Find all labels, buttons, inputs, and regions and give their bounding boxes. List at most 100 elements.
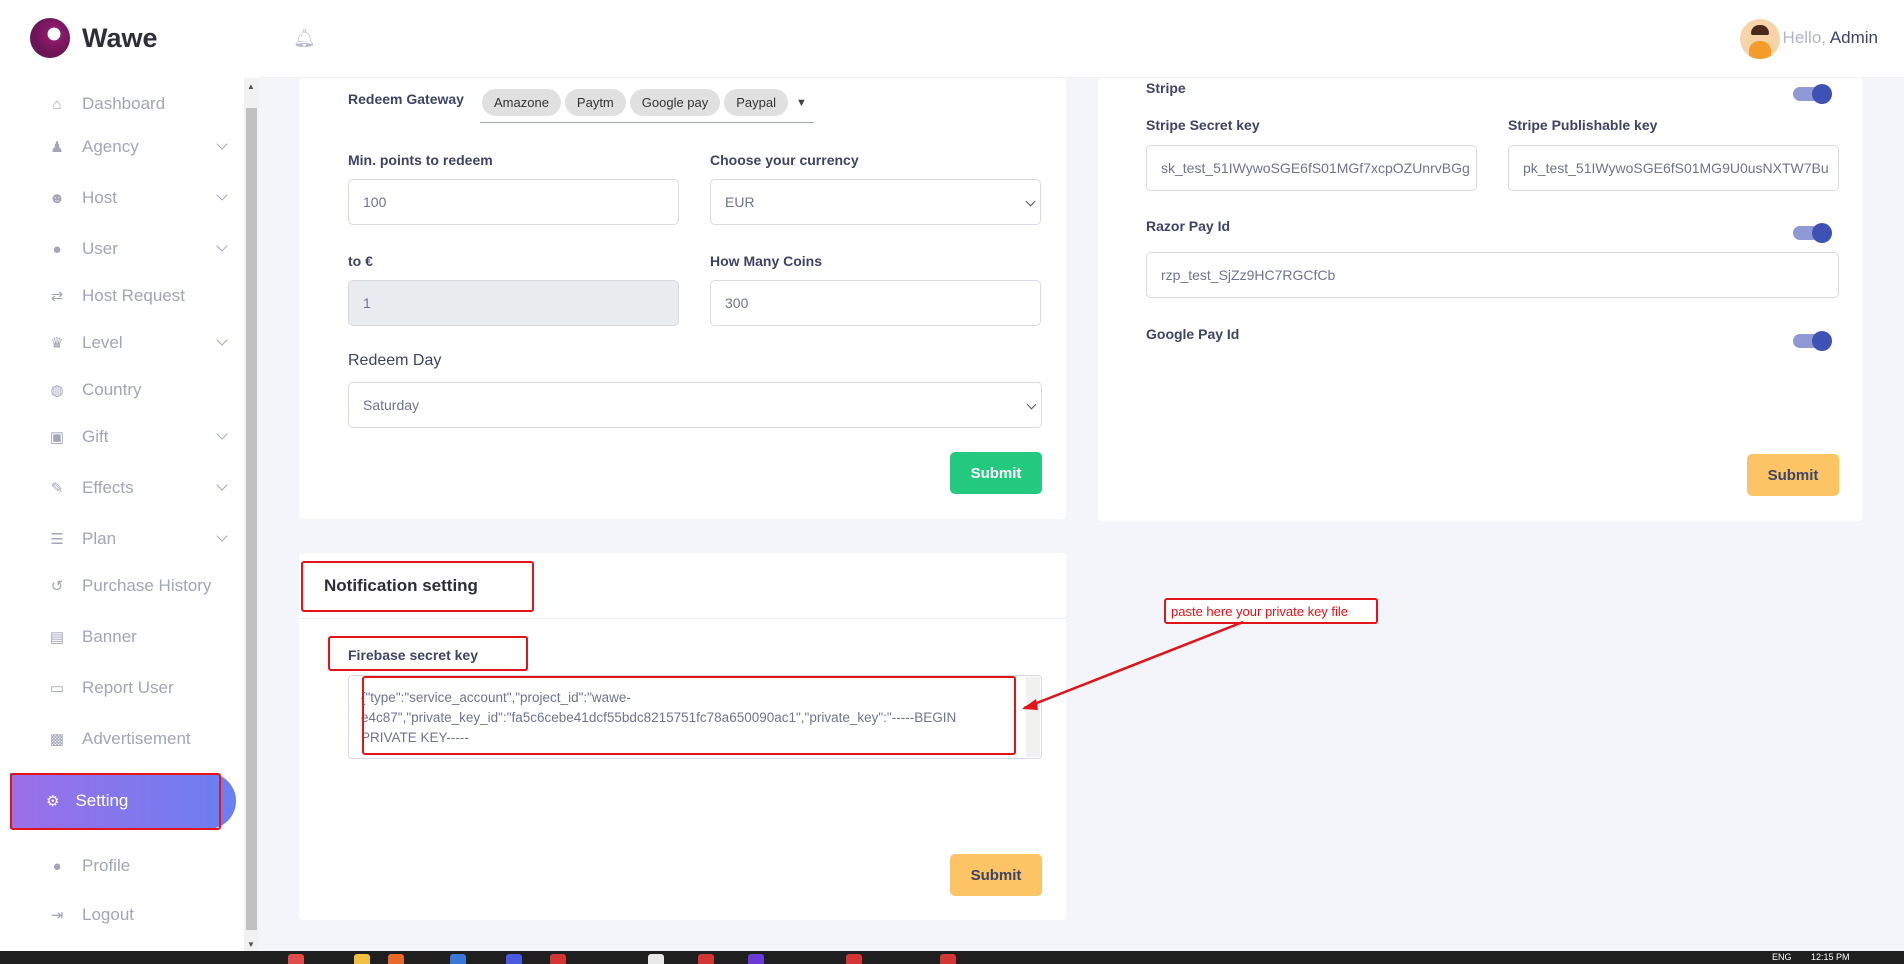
stripe-secret-label: Stripe Secret key xyxy=(1146,117,1260,133)
sidebar-item-gift[interactable]: ▣ Gift xyxy=(46,427,228,447)
ad-icon: ▩ xyxy=(49,731,65,748)
sidebar-item-country[interactable]: ◍ Country xyxy=(46,380,226,400)
user-icon: ● xyxy=(52,240,62,258)
to-value-input[interactable]: 1 xyxy=(348,280,679,326)
chevron-down-icon xyxy=(216,240,228,252)
clock[interactable]: 12:15 PM xyxy=(1811,952,1850,962)
app-icon[interactable] xyxy=(748,954,764,964)
scrollbar-thumb[interactable] xyxy=(246,108,257,930)
stripe-publishable-input[interactable]: pk_test_51IWywoSGE6fS01MG9U0usNXTW7Bu xyxy=(1508,145,1839,191)
sidebar-item-label: Dashboard xyxy=(82,94,166,113)
sidebar-item-advertisement[interactable]: ▩ Advertisement xyxy=(46,729,226,749)
chevron-down-icon xyxy=(216,428,228,440)
currency-select[interactable]: EUR xyxy=(710,179,1041,225)
sidebar-scrollbar[interactable]: ▲ ▼ xyxy=(244,78,259,951)
taskbar: ENG 12:15 PM xyxy=(0,951,1904,964)
gateway-chip[interactable]: Paypal xyxy=(724,89,789,116)
min-points-label: Min. points to redeem xyxy=(348,152,493,168)
folder-icon[interactable] xyxy=(354,954,370,964)
razor-label: Razor Pay Id xyxy=(1146,218,1231,234)
redeem-submit-button[interactable]: Submit xyxy=(950,452,1042,494)
gift-icon: ▣ xyxy=(49,429,65,446)
history-icon: ↺ xyxy=(50,578,64,595)
bell-icon[interactable]: 🔔︎ xyxy=(293,28,316,49)
highlight-box xyxy=(362,676,1016,755)
sidebar-item-label: Host Request xyxy=(82,286,185,305)
gateway-multiselect[interactable]: Amazone Paytm Google pay Paypal ▼ xyxy=(480,83,814,123)
chevron-down-icon xyxy=(216,530,228,542)
gateway-chip[interactable]: Google pay xyxy=(629,89,721,116)
highlight-box xyxy=(10,773,221,830)
sidebar-item-purchase-history[interactable]: ↺ Purchase History xyxy=(46,576,226,596)
list-icon: ☰ xyxy=(50,531,64,548)
redeem-day-value: Saturday xyxy=(363,397,420,413)
sidebar-item-agency[interactable]: ♟ Agency xyxy=(46,137,228,157)
chevron-down-icon xyxy=(1025,196,1036,207)
sidebar-item-label: Logout xyxy=(82,905,134,924)
host-icon: ☻ xyxy=(49,189,65,207)
chevron-down-icon xyxy=(216,334,228,346)
sidebar-item-label: Report User xyxy=(82,678,174,697)
app-icon[interactable] xyxy=(846,954,862,964)
sidebar-item-profile[interactable]: ● Profile xyxy=(46,856,226,876)
sidebar: Wawe ⌂ Dashboard ♟ Agency ☻ Host ● User ⇄ Hos… xyxy=(0,0,259,951)
stripe-secret-input[interactable]: sk_test_51IWywoSGE6fS01MGf7xcpOZUnrvBGg xyxy=(1146,145,1477,191)
scroll-down-icon[interactable]: ▼ xyxy=(247,940,255,949)
stripe-toggle[interactable] xyxy=(1793,84,1832,104)
annotation-arrow xyxy=(1022,620,1244,710)
currency-label: Choose your currency xyxy=(710,152,859,168)
user-name: Admin xyxy=(1829,28,1878,47)
sidebar-item-report-user[interactable]: ▭ Report User xyxy=(46,678,226,698)
id-card-icon: ▭ xyxy=(49,680,65,697)
top-header: 🔔︎ Hello, Admin xyxy=(259,0,1904,78)
razor-input[interactable]: rzp_test_SjZz9HC7RGCfCb xyxy=(1146,252,1839,298)
sidebar-item-plan[interactable]: ☰ Plan xyxy=(46,529,228,549)
app-name: Wawe xyxy=(82,22,158,53)
avatar[interactable] xyxy=(1740,19,1780,59)
sidebar-item-host-request[interactable]: ⇄ Host Request xyxy=(46,286,226,306)
chevron-down-icon xyxy=(1026,399,1037,410)
payment-submit-button[interactable]: Submit xyxy=(1747,454,1839,496)
sidebar-item-label: Plan xyxy=(82,529,117,548)
gateway-chip[interactable]: Paytm xyxy=(564,89,626,116)
language-indicator[interactable]: ENG xyxy=(1772,952,1792,962)
agency-icon: ♟ xyxy=(50,139,64,156)
sidebar-item-level[interactable]: ♛ Level xyxy=(46,333,228,353)
sidebar-item-banner[interactable]: ▤ Banner xyxy=(46,627,226,647)
chevron-down-icon xyxy=(216,189,228,201)
razor-toggle[interactable] xyxy=(1793,223,1832,243)
logo[interactable]: Wawe xyxy=(30,18,158,58)
user-icon: ● xyxy=(52,857,62,875)
redeem-day-label: Redeem Day xyxy=(348,352,442,369)
app-icon[interactable] xyxy=(388,954,404,964)
sidebar-item-label: Effects xyxy=(82,478,134,497)
gateway-chip[interactable]: Amazone xyxy=(482,89,561,116)
coins-label: How Many Coins xyxy=(710,253,823,269)
user-greeting[interactable]: Hello, Admin xyxy=(1783,28,1878,48)
sidebar-item-effects[interactable]: ✎ Effects xyxy=(46,478,228,498)
app-icon[interactable] xyxy=(288,954,304,964)
app-icon[interactable] xyxy=(450,954,466,964)
sidebar-item-dashboard[interactable]: ⌂ Dashboard xyxy=(46,94,226,114)
sidebar-item-user[interactable]: ● User xyxy=(46,239,228,259)
sidebar-item-host[interactable]: ☻ Host xyxy=(46,188,228,208)
notification-submit-button[interactable]: Submit xyxy=(950,854,1042,896)
chevron-down-icon xyxy=(216,479,228,491)
app-icon[interactable] xyxy=(698,954,714,964)
image-icon: ▤ xyxy=(49,629,65,646)
scroll-up-icon[interactable]: ▲ xyxy=(247,82,255,91)
wand-icon: ✎ xyxy=(50,480,64,497)
globe-icon: ◍ xyxy=(50,382,64,399)
logo-icon xyxy=(30,18,70,58)
chrome-icon[interactable] xyxy=(648,954,664,964)
app-icon[interactable] xyxy=(940,954,956,964)
gpay-toggle[interactable] xyxy=(1793,331,1832,351)
coins-input[interactable]: 300 xyxy=(710,280,1041,326)
min-points-input[interactable]: 100 xyxy=(348,179,679,225)
dropdown-arrow-icon[interactable]: ▼ xyxy=(796,97,807,109)
sidebar-item-logout[interactable]: ⇥ Logout xyxy=(46,905,226,925)
app-icon[interactable] xyxy=(506,954,522,964)
app-icon[interactable] xyxy=(550,954,566,964)
redeem-day-select[interactable]: Saturday xyxy=(348,382,1042,428)
repeat-icon: ⇄ xyxy=(50,288,64,305)
